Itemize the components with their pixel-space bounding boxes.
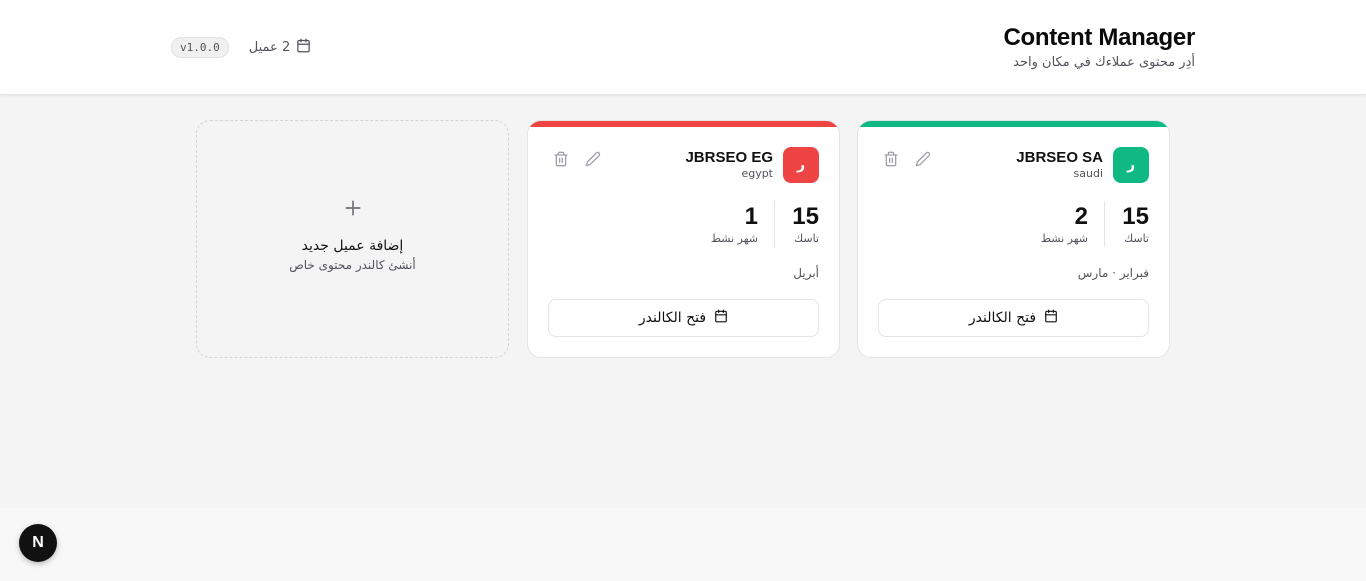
- edit-button[interactable]: [915, 151, 933, 169]
- add-client-subtitle: أنشئ كالندر محتوى خاص: [289, 258, 416, 272]
- add-client-title: إضافة عميل جديد: [301, 238, 404, 254]
- open-calendar-label: فتح الكالندر: [638, 310, 707, 326]
- open-calendar-label: فتح الكالندر: [968, 310, 1037, 326]
- months-label: شهر نشط: [710, 232, 758, 245]
- client-count-label: 2 عميل: [248, 39, 291, 55]
- pencil-icon: [915, 151, 931, 171]
- add-client-card[interactable]: إضافة عميل جديد أنشئ كالندر محتوى خاص: [196, 120, 509, 358]
- page-title: Content Manager: [1003, 24, 1195, 51]
- calendar-icon: [296, 38, 311, 57]
- version-badge: v1.0.0: [171, 36, 229, 58]
- calendar-icon: [1044, 309, 1058, 327]
- page-subtitle: أدِر محتوى عملاءك في مكان واحد: [1013, 55, 1195, 70]
- months-count: 2: [1074, 203, 1088, 230]
- client-name: JBRSEO EG: [685, 149, 773, 166]
- client-name: JBRSEO SA: [1016, 149, 1103, 166]
- client-slug: saudi: [1073, 167, 1103, 180]
- card-color-bar: [858, 121, 1169, 127]
- edit-button[interactable]: [585, 151, 603, 169]
- months-label: شهر نشط: [1040, 232, 1088, 245]
- months-count: 1: [744, 203, 758, 230]
- trash-icon: [553, 151, 569, 171]
- brand: Content Manager أدِر محتوى عملاءك في مكا…: [1003, 24, 1195, 70]
- dev-tools-button[interactable]: N: [19, 524, 57, 562]
- months-stat: 2 شهر نشط: [1041, 203, 1088, 245]
- calendar-icon: [714, 309, 728, 327]
- avatar: ر: [783, 147, 819, 183]
- avatar: ر: [1113, 147, 1149, 183]
- client-card[interactable]: ر JBRSEO EG egypt 15 تاسك 1 شهر نشط أبري…: [527, 120, 840, 358]
- tasks-stat: 15 تاسك: [1122, 203, 1149, 245]
- tasks-label: تاسك: [1124, 232, 1149, 245]
- tasks-count: 15: [1122, 203, 1149, 230]
- stat-divider: [774, 201, 775, 247]
- tasks-stat: 15 تاسك: [792, 203, 819, 245]
- delete-button[interactable]: [883, 151, 901, 169]
- plus-icon: [337, 192, 369, 224]
- active-months: أبريل: [793, 266, 819, 280]
- footer-area: [0, 508, 1366, 581]
- open-calendar-button[interactable]: فتح الكالندر: [548, 299, 819, 337]
- tasks-count: 15: [792, 203, 819, 230]
- client-slug: egypt: [741, 167, 773, 180]
- stat-divider: [1104, 201, 1105, 247]
- trash-icon: [883, 151, 899, 171]
- active-months: فبراير · مارس: [1077, 266, 1149, 280]
- months-stat: 1 شهر نشط: [711, 203, 758, 245]
- header-meta: v1.0.0 2 عميل: [171, 36, 311, 58]
- open-calendar-button[interactable]: فتح الكالندر: [878, 299, 1149, 337]
- client-card[interactable]: ر JBRSEO SA saudi 15 تاسك 2 شهر نشط فبرا…: [857, 120, 1170, 358]
- app-header: Content Manager أدِر محتوى عملاءك في مكا…: [0, 0, 1366, 95]
- pencil-icon: [585, 151, 601, 171]
- client-count: 2 عميل: [249, 38, 311, 57]
- card-color-bar: [528, 121, 839, 127]
- tasks-label: تاسك: [794, 232, 819, 245]
- delete-button[interactable]: [553, 151, 571, 169]
